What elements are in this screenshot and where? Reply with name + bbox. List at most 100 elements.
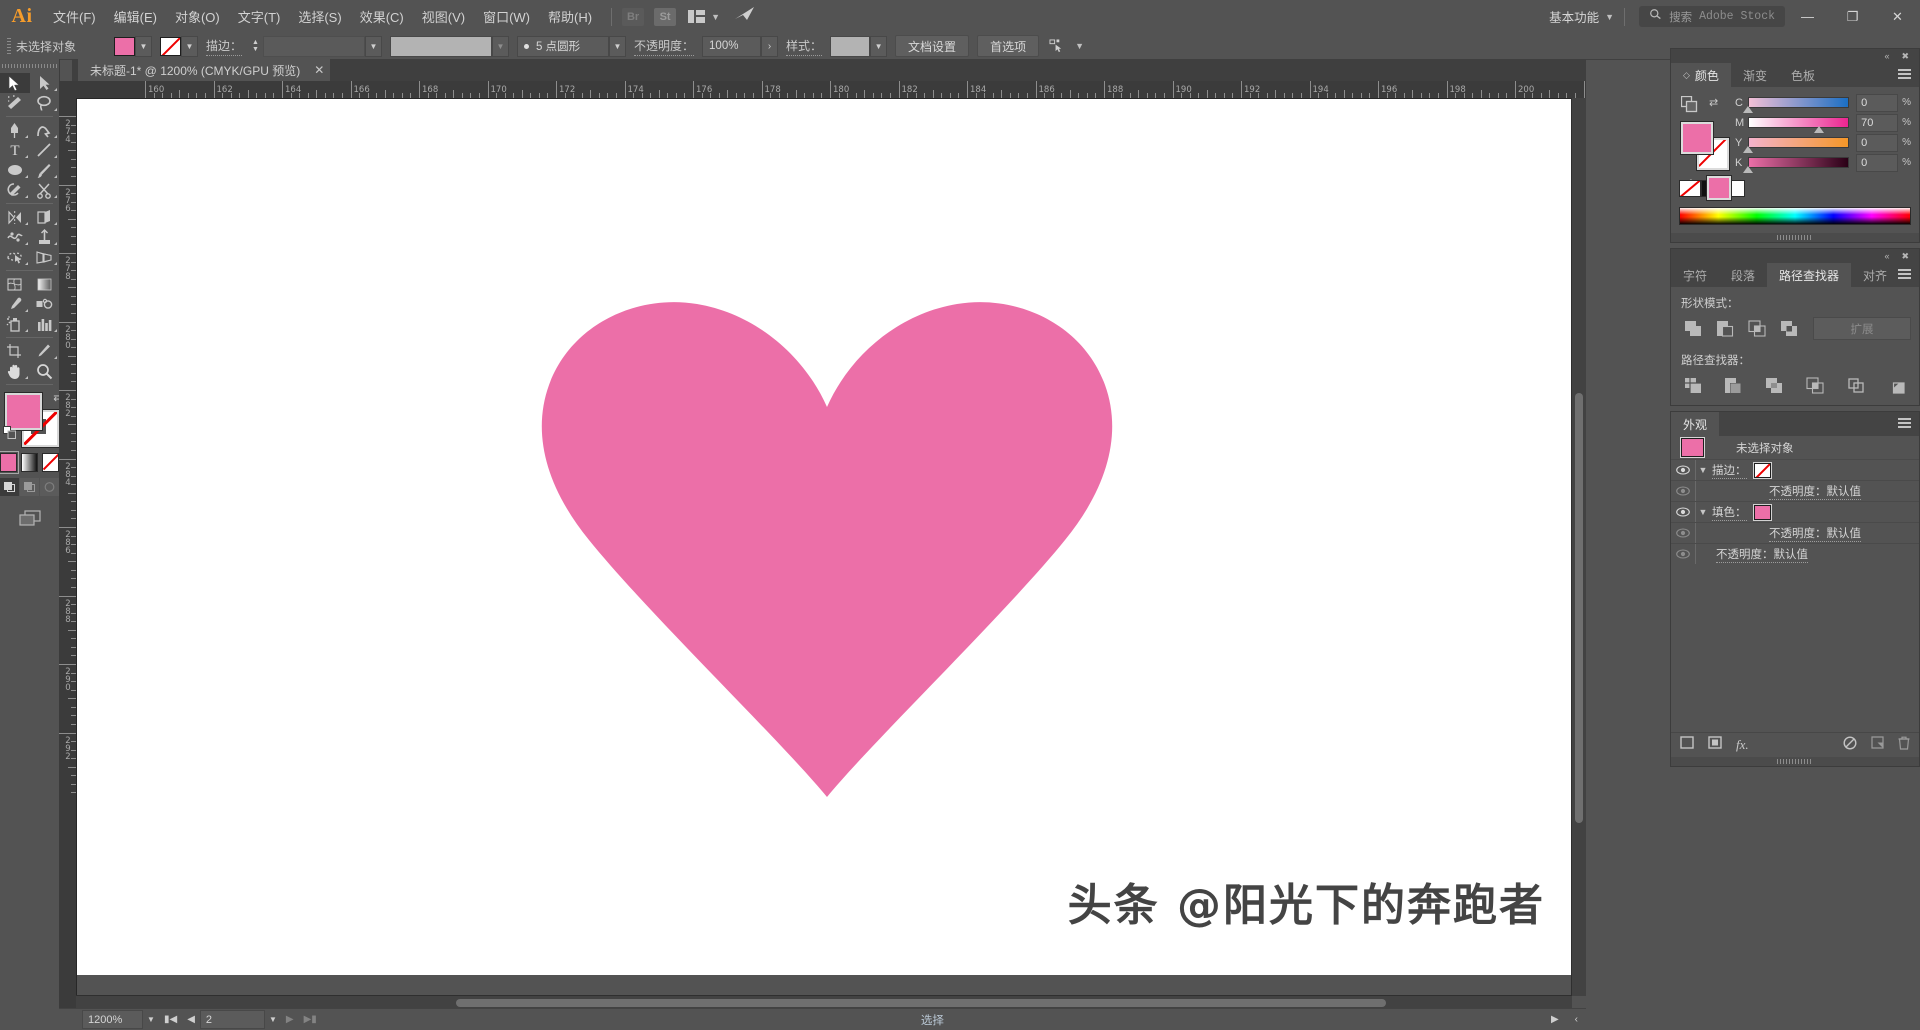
merge-button[interactable] — [1761, 374, 1789, 396]
visibility-eye-icon[interactable] — [1671, 465, 1694, 475]
exclude-button[interactable] — [1775, 318, 1803, 340]
pen-tool[interactable] — [0, 120, 30, 140]
column-graph-tool[interactable] — [30, 314, 60, 334]
fill-color-swatch[interactable] — [1754, 505, 1771, 520]
slider-m-value[interactable]: 70 — [1856, 114, 1898, 132]
menu-select[interactable]: 选择(S) — [289, 1, 350, 32]
add-new-stroke-button[interactable] — [1680, 736, 1694, 754]
document-setup-button[interactable]: 文档设置 — [895, 35, 969, 57]
menu-effect[interactable]: 效果(C) — [351, 1, 413, 32]
select-similar-button[interactable]: ▼ — [1049, 39, 1084, 53]
fill-color-swatch[interactable] — [114, 37, 135, 56]
prev-page-icon[interactable]: ◀ — [182, 1014, 200, 1025]
close-icon[interactable]: ✖ — [1901, 252, 1909, 261]
change-screen-mode-button[interactable] — [16, 509, 44, 532]
tab-paragraph[interactable]: 段落 — [1719, 263, 1767, 287]
close-icon[interactable]: ✕ — [314, 64, 324, 76]
tab-character[interactable]: 字符 — [1671, 263, 1719, 287]
zoom-tool[interactable] — [30, 361, 60, 381]
duplicate-item-button[interactable] — [1871, 736, 1884, 754]
free-transform-tool[interactable] — [30, 227, 60, 247]
draw-inside-button[interactable] — [40, 478, 59, 496]
close-icon[interactable]: ✖ — [1901, 52, 1909, 61]
rotate-tool[interactable] — [0, 207, 30, 227]
clear-appearance-button[interactable] — [1843, 736, 1857, 755]
stroke-dropdown-icon[interactable]: ▼ — [181, 36, 198, 57]
style-dropdown-icon[interactable]: ▼ — [870, 36, 887, 57]
document-tab[interactable]: 未标题-1* @ 1200% (CMYK/GPU 预览) ✕ — [78, 59, 330, 81]
object-opacity-row[interactable]: 不透明度：默认值 — [1671, 544, 1919, 564]
symbol-sprayer-tool[interactable] — [0, 314, 30, 334]
horizontal-ruler[interactable]: 1601621641661681701721741761781801821841… — [76, 81, 1586, 99]
direct-selection-tool[interactable] — [30, 73, 60, 93]
brush-dropdown-icon[interactable]: ▼ — [609, 36, 626, 57]
collapse-icon[interactable]: « — [1884, 252, 1889, 261]
menu-edit[interactable]: 编辑(E) — [105, 1, 166, 32]
shape-builder-tool[interactable] — [0, 247, 30, 267]
stroke-weight-stepper[interactable]: ▲▼ — [250, 37, 261, 56]
color-spectrum-bar[interactable] — [1679, 207, 1911, 225]
mesh-tool[interactable] — [0, 274, 30, 294]
stroke-weight-field[interactable] — [263, 36, 365, 57]
toolbox-grip[interactable] — [0, 59, 59, 73]
graphic-style-swatch[interactable] — [830, 36, 870, 57]
stroke-color-swatch[interactable] — [1754, 463, 1771, 478]
current-color-swatch[interactable] — [1707, 176, 1731, 200]
visibility-eye-icon[interactable] — [1671, 549, 1694, 559]
brush-definition-field[interactable]: 5 点圆形 — [517, 36, 609, 57]
color-panel-resize[interactable] — [1671, 233, 1919, 242]
none-button[interactable] — [42, 453, 59, 472]
menu-file[interactable]: 文件(F) — [44, 1, 105, 32]
slider-k-track[interactable] — [1748, 157, 1849, 168]
draw-normal-button[interactable] — [0, 478, 19, 496]
shaper-tool[interactable] — [0, 180, 30, 200]
fill-swatch[interactable] — [1681, 122, 1713, 154]
scale-tool[interactable] — [30, 207, 60, 227]
trim-button[interactable] — [1720, 374, 1748, 396]
stroke-opacity-row[interactable]: 不透明度：默认值 — [1671, 481, 1919, 502]
default-fill-stroke-icon[interactable] — [3, 426, 17, 445]
vertical-scroll-thumb[interactable] — [1575, 393, 1583, 823]
next-page-icon[interactable]: ▶ — [281, 1014, 299, 1025]
add-new-effect-button[interactable]: fx. — [1736, 737, 1749, 753]
status-collapse-icon[interactable]: ‹ — [1567, 1014, 1586, 1025]
heart-shape[interactable] — [527, 282, 1127, 802]
minus-front-button[interactable] — [1711, 318, 1739, 340]
control-bar-grip[interactable] — [7, 38, 11, 54]
tab-align[interactable]: 对齐 — [1851, 263, 1899, 287]
visibility-eye-icon[interactable] — [1671, 507, 1694, 517]
ruler-origin[interactable] — [59, 81, 77, 99]
magic-wand-tool[interactable] — [0, 93, 30, 113]
lasso-tool[interactable] — [30, 93, 60, 113]
menu-window[interactable]: 窗口(W) — [474, 1, 539, 32]
menu-type[interactable]: 文字(T) — [229, 1, 290, 32]
fill-opacity-row[interactable]: 不透明度：默认值 — [1671, 523, 1919, 544]
vertical-ruler[interactable]: 274276278280282284286288290292 — [59, 98, 77, 1010]
intersect-button[interactable] — [1743, 318, 1771, 340]
gradient-tool[interactable] — [30, 274, 60, 294]
ellipse-tool[interactable] — [0, 160, 30, 180]
opacity-flyout-icon[interactable]: › — [761, 36, 778, 57]
stroke-weight-dropdown-icon[interactable]: ▼ — [365, 36, 382, 57]
zoom-dropdown-icon[interactable]: ▼ — [143, 1010, 159, 1029]
stroke-row[interactable]: ▼ 描边： — [1671, 460, 1919, 481]
menu-view[interactable]: 视图(V) — [413, 1, 474, 32]
fill-row[interactable]: ▼ 填色： — [1671, 502, 1919, 523]
tab-gradient[interactable]: 渐变 — [1731, 63, 1779, 87]
visibility-eye-icon[interactable] — [1671, 486, 1694, 496]
preferences-button[interactable]: 首选项 — [977, 35, 1039, 57]
maximize-button[interactable]: ❐ — [1830, 1, 1875, 33]
slider-m-track[interactable] — [1748, 117, 1849, 128]
collapse-icon[interactable]: « — [1884, 52, 1889, 61]
slider-c-track[interactable] — [1748, 97, 1849, 108]
curvature-tool[interactable] — [30, 120, 60, 140]
menu-help[interactable]: 帮助(H) — [539, 1, 601, 32]
workspace-switcher[interactable]: 基本功能 — [1549, 7, 1599, 26]
stroke-profile-dropdown-icon[interactable]: ▼ — [492, 36, 509, 57]
paintbrush-tool[interactable] — [30, 160, 60, 180]
status-play-icon[interactable]: ▶ — [1543, 1014, 1567, 1025]
chevron-down-icon[interactable]: ▼ — [1694, 465, 1712, 475]
fill-stroke-proxy-icon[interactable] — [1681, 96, 1698, 118]
divide-button[interactable] — [1679, 374, 1707, 396]
last-page-icon[interactable]: ▶▮ — [299, 1014, 322, 1025]
